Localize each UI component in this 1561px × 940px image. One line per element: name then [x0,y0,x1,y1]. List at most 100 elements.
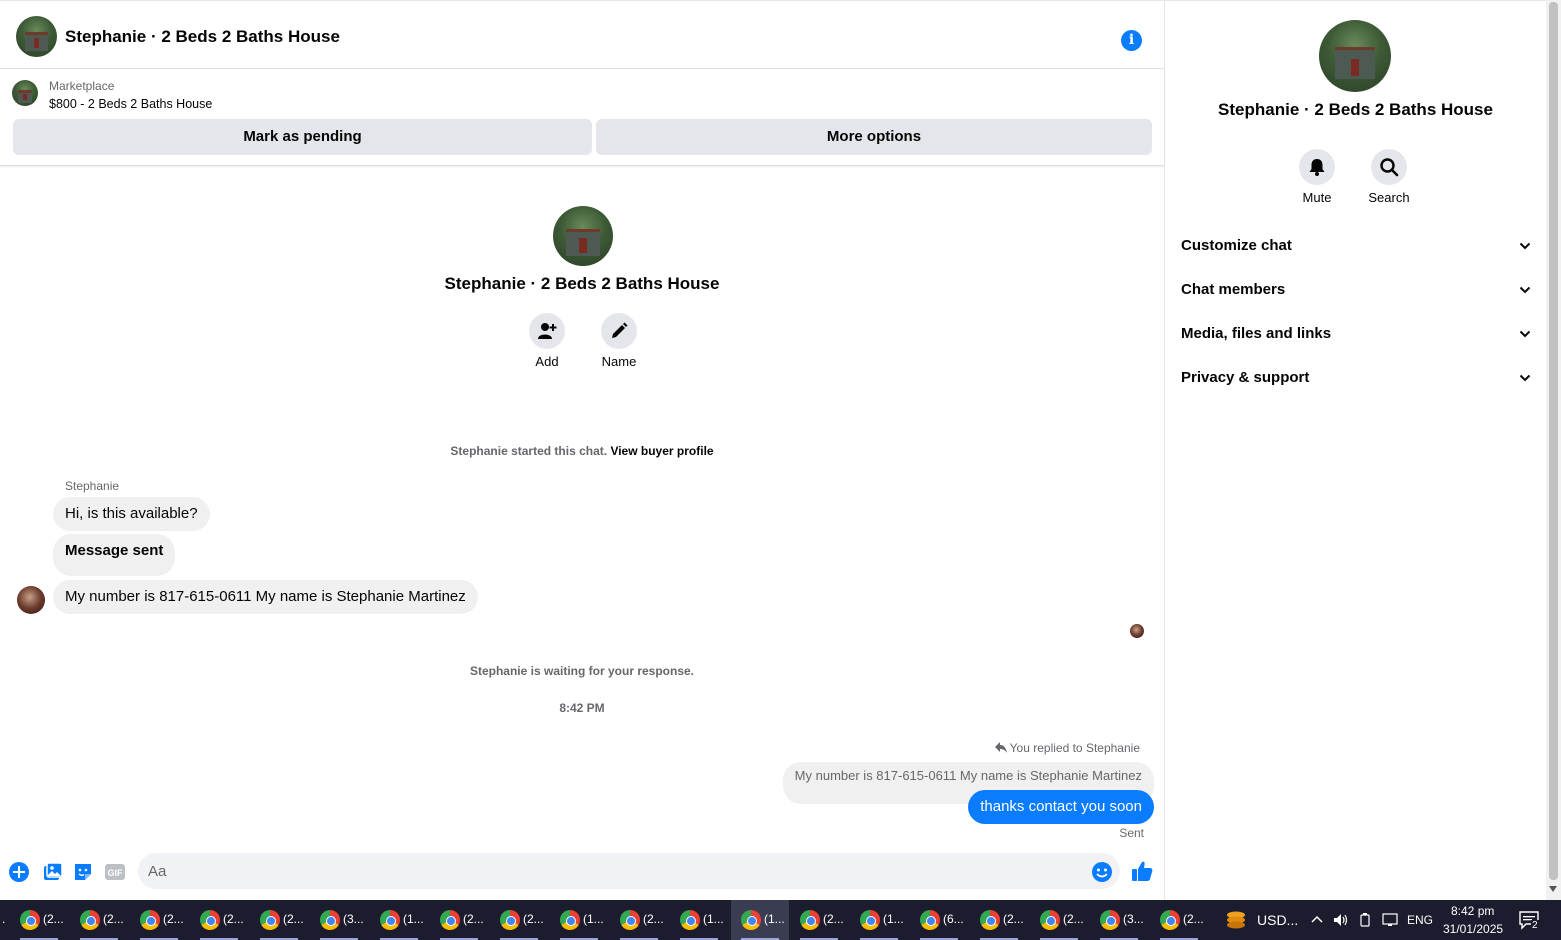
thumbs-up-icon[interactable] [1130,859,1154,883]
chrome-icon [440,910,460,930]
sticker-icon[interactable] [72,861,94,883]
taskbar-window-label: (2... [103,912,124,926]
emoji-icon[interactable] [1091,861,1113,883]
sent-status: Sent [1119,826,1144,840]
taskbar-chrome-window[interactable]: (1... [670,900,728,940]
message-bubble[interactable]: My number is 817-615-0611 My name is Ste… [53,580,478,614]
taskbar-chrome-window[interactable]: (2... [70,900,128,940]
media-files-links-section[interactable]: Media, files and links [1181,312,1531,356]
chrome-icon [560,910,580,930]
taskbar-window-label: (1... [764,912,785,926]
chrome-icon [1160,910,1180,930]
taskbar-chrome-window[interactable]: (2... [790,900,848,940]
marketplace-banner: Marketplace $800 - 2 Beds 2 Baths House … [0,70,1164,166]
taskbar-window-label: (2... [163,912,184,926]
conversation-info-panel: Stephanie · 2 Beds 2 Baths House Mute Se… [1165,0,1546,900]
customize-chat-section[interactable]: Customize chat [1181,224,1531,268]
section-label: Customize chat [1181,237,1292,254]
plus-icon[interactable] [8,861,30,883]
chrome-icon [620,910,640,930]
taskbar-chrome-window[interactable]: (2... [130,900,188,940]
mark-pending-button[interactable]: Mark as pending [13,119,592,155]
section-label: Chat members [1181,281,1286,298]
page-scrollbar[interactable] [1546,0,1561,900]
buyer-avatar[interactable] [17,586,45,614]
taskbar-window-label: (3... [343,912,364,926]
view-buyer-profile-link[interactable]: View buyer profile [610,444,713,458]
taskbar-chrome-window[interactable]: (1... [550,900,608,940]
name-label: Name [601,354,637,369]
search-button[interactable] [1371,149,1407,185]
scrollbar-thumb[interactable] [1549,2,1558,880]
sender-name: Stephanie [65,479,120,493]
taskbar-chrome-window[interactable]: (3... [310,900,368,940]
taskbar-chrome-window[interactable]: (3... [1090,900,1148,940]
section-label: Media, files and links [1181,325,1332,342]
taskbar-window-label: (2... [823,912,844,926]
taskbar-chrome-window[interactable]: (2... [490,900,548,940]
currency-widget-label[interactable]: USD... [1257,912,1298,928]
taskbar-chrome-window[interactable]: (2... [430,900,488,940]
mute-button[interactable] [1299,149,1335,185]
battery-icon[interactable] [1359,912,1371,928]
bell-icon [1309,159,1325,176]
chrome-icon [380,910,400,930]
taskbar-chrome-window[interactable]: (1... [850,900,908,940]
info-icon[interactable]: i [1121,30,1142,51]
more-options-button[interactable]: More options [596,119,1152,155]
chat-header: Stephanie · 2 Beds 2 Baths House i [0,5,1164,69]
taskbar-chrome-window[interactable]: (2... [190,900,248,940]
listing-avatar[interactable] [16,16,57,57]
seen-indicator-avatar [1130,624,1144,638]
privacy-support-section[interactable]: Privacy & support [1181,356,1531,400]
taskbar-window-label: (2... [283,912,304,926]
reply-note: You replied to Stephanie [994,741,1140,755]
info-avatar[interactable] [1319,20,1391,92]
chrome-icon [1100,910,1120,930]
language-indicator[interactable]: ENG [1407,913,1433,927]
listing-thumbnail[interactable] [12,80,38,106]
scroll-down-arrow-icon[interactable] [1549,886,1557,892]
clock-time[interactable]: 8:42 pm [1451,904,1494,918]
photo-icon[interactable] [41,861,63,883]
taskbar-window-label: (2... [223,912,244,926]
name-button[interactable] [601,313,637,349]
taskbar-chrome-window[interactable]: (1... [370,900,428,940]
chrome-icon [140,910,160,930]
chevron-down-icon [1519,330,1531,338]
taskbar-chrome-window[interactable]: (2... [970,900,1028,940]
svg-text:GIF: GIF [108,868,124,878]
add-label: Add [535,354,559,369]
pencil-icon [612,322,628,338]
taskbar-chrome-window[interactable]: (2... [1030,900,1088,940]
clock-date[interactable]: 31/01/2025 [1443,922,1503,936]
currency-widget-icon[interactable] [1224,909,1248,931]
message-bubble[interactable]: Message sent [53,534,176,576]
volume-icon[interactable] [1333,912,1349,928]
chevron-down-icon [1519,242,1531,250]
listing-price[interactable]: $800 - 2 Beds 2 Baths House [49,97,212,111]
taskbar-chrome-window[interactable]: (1... [731,900,789,940]
taskbar-window-label: (2... [463,912,484,926]
gif-icon[interactable]: GIF [104,861,126,883]
windows-taskbar: . (2... (2... (2... (2... (2... (3... (1... (2.… [0,900,1561,940]
taskbar-chrome-window[interactable]: (6... [910,900,968,940]
outgoing-message-bubble[interactable]: thanks contact you soon [968,790,1154,824]
taskbar-chrome-window[interactable]: (2... [250,900,308,940]
taskbar-window-label: (1... [403,912,424,926]
mute-label: Mute [1302,190,1332,205]
taskbar-chrome-window[interactable]: (2... [1150,900,1208,940]
started-text: Stephanie started this chat. [450,444,608,458]
search-label: Search [1368,190,1410,205]
taskbar-chrome-window[interactable]: (2... [10,900,68,940]
chevron-up-icon[interactable] [1311,914,1323,924]
chat-title[interactable]: Stephanie · 2 Beds 2 Baths House [65,27,340,47]
taskbar-window-label: (2... [43,912,64,926]
message-bubble[interactable]: Hi, is this available? [53,497,210,531]
taskbar-chrome-window[interactable]: (2... [610,900,668,940]
chat-members-section[interactable]: Chat members [1181,268,1531,312]
taskbar-window-label: (2... [523,912,544,926]
message-input[interactable] [138,853,1120,889]
add-person-button[interactable] [529,313,565,349]
network-icon[interactable] [1382,912,1400,928]
